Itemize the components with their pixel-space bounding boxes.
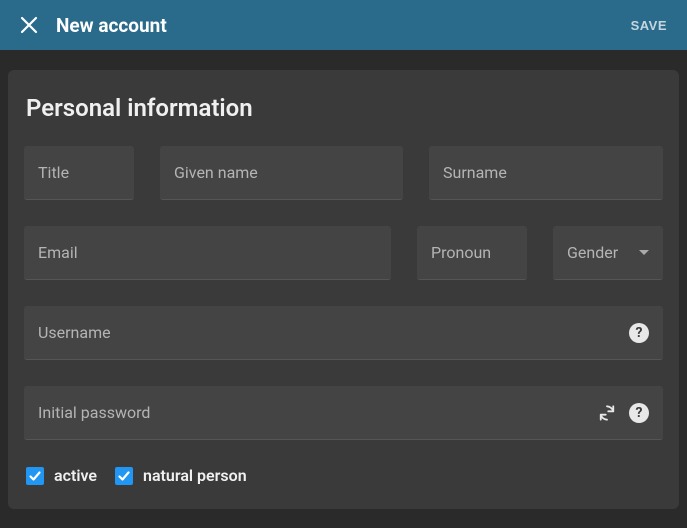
email-field[interactable]: Email — [24, 226, 391, 280]
given-name-label: Given name — [174, 163, 389, 182]
close-button[interactable] — [20, 16, 38, 34]
gender-select[interactable]: Gender — [553, 226, 663, 280]
dialog-title: New account — [56, 14, 613, 37]
help-icon[interactable]: ? — [629, 403, 649, 423]
dialog-header: New account SAVE — [0, 0, 687, 50]
form-card: Personal information Title Given name Su… — [8, 70, 679, 509]
help-icon[interactable]: ? — [629, 323, 649, 343]
pronoun-field[interactable]: Pronoun — [417, 226, 527, 280]
given-name-field[interactable]: Given name — [160, 146, 403, 200]
surname-label: Surname — [443, 163, 649, 182]
check-icon — [28, 469, 42, 483]
checkbox-box — [26, 467, 44, 485]
row-name: Title Given name Surname — [24, 146, 663, 200]
active-checkbox[interactable]: active — [26, 466, 97, 485]
refresh-icon — [597, 403, 617, 423]
close-icon — [20, 16, 38, 34]
username-field[interactable]: Username ? — [24, 306, 663, 360]
email-label: Email — [38, 243, 377, 262]
row-contact: Email Pronoun Gender — [24, 226, 663, 280]
save-button[interactable]: SAVE — [631, 18, 667, 33]
check-icon — [117, 469, 131, 483]
active-checkbox-label: active — [54, 466, 97, 485]
section-title: Personal information — [24, 94, 663, 122]
checkbox-row: active natural person — [24, 466, 663, 485]
chevron-down-icon — [639, 250, 649, 256]
title-field[interactable]: Title — [24, 146, 134, 200]
natural-person-checkbox[interactable]: natural person — [115, 466, 247, 485]
natural-person-checkbox-label: natural person — [143, 466, 247, 485]
surname-field[interactable]: Surname — [429, 146, 663, 200]
row-password: Initial password ? — [24, 386, 663, 440]
row-username: Username ? — [24, 306, 663, 360]
initial-password-field[interactable]: Initial password ? — [24, 386, 663, 440]
pronoun-label: Pronoun — [431, 243, 513, 262]
title-label: Title — [38, 163, 120, 182]
username-label: Username — [38, 323, 629, 342]
initial-password-label: Initial password — [38, 403, 597, 422]
password-field-actions: ? — [597, 403, 649, 423]
checkbox-box — [115, 467, 133, 485]
regenerate-button[interactable] — [597, 403, 617, 423]
username-field-actions: ? — [629, 323, 649, 343]
gender-label: Gender — [567, 243, 639, 262]
